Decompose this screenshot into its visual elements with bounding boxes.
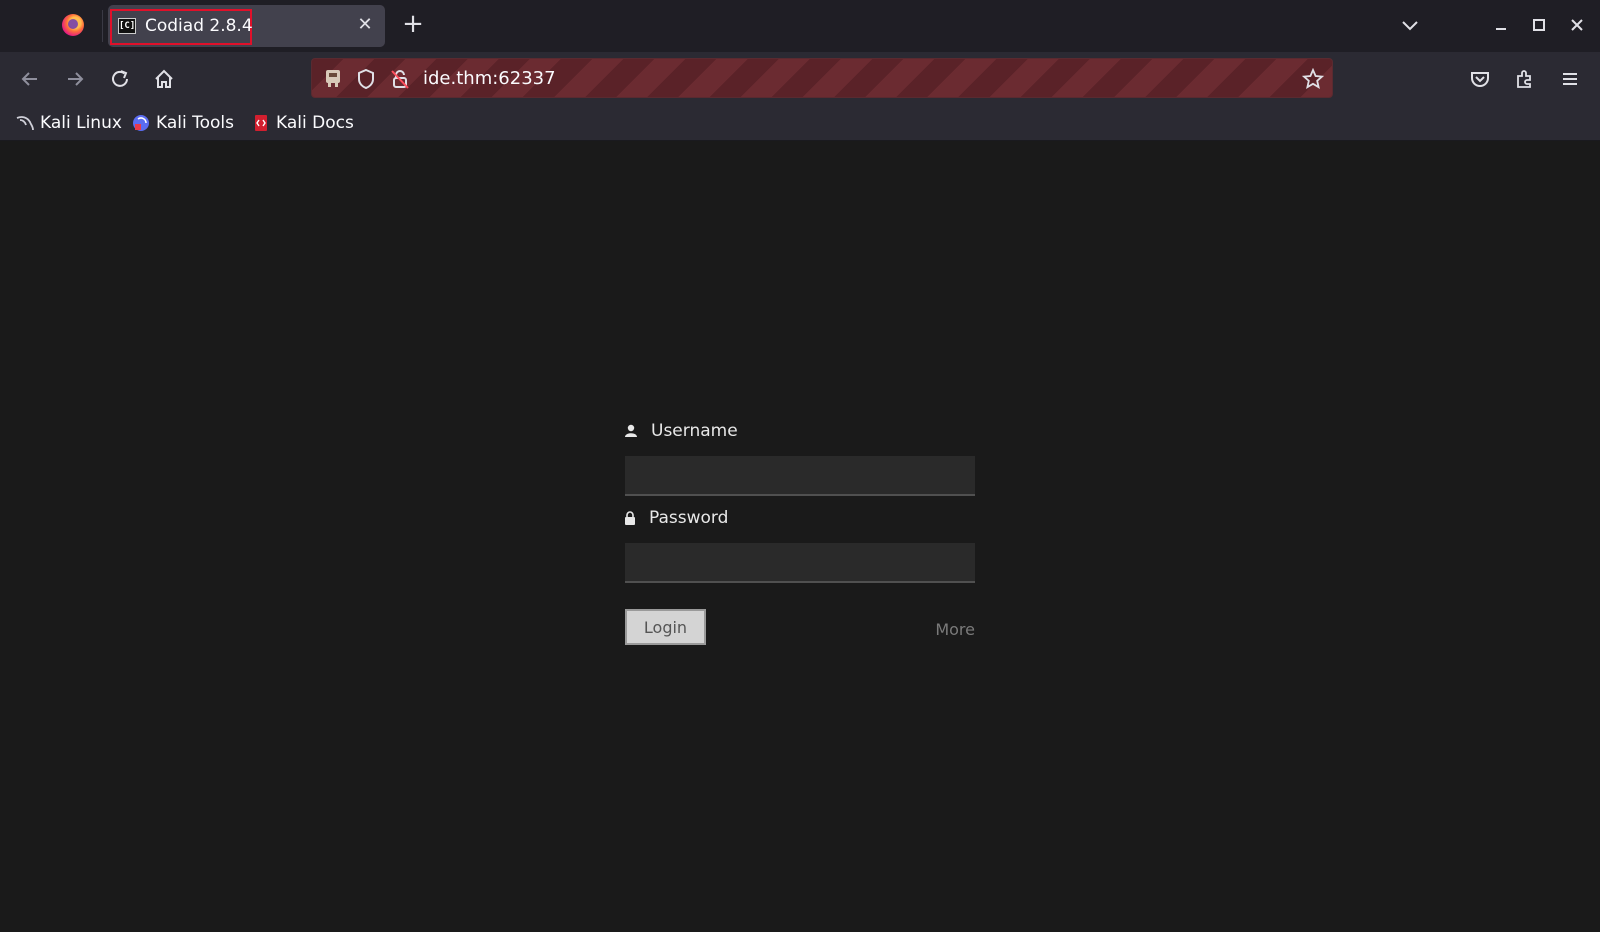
url-bar[interactable]: ide.thm:62337 [311,58,1333,98]
navigation-toolbar: ide.thm:62337 [0,52,1600,105]
home-icon[interactable] [149,64,179,94]
bookmark-kali-tools[interactable]: Kali Tools [132,111,234,135]
more-link[interactable]: More [935,620,975,639]
list-all-tabs-icon[interactable] [1398,13,1422,37]
hamburger-menu-icon[interactable] [1555,64,1585,94]
tab-title: Codiad 2.8.4 [145,16,253,36]
bookmarks-toolbar: Kali Linux Kali Tools Kali Docs [0,105,1600,141]
insecure-lock-icon[interactable] [390,68,410,94]
reload-icon[interactable] [105,64,135,94]
firefox-logo-icon[interactable] [62,14,84,36]
forward-arrow-icon[interactable] [60,64,90,94]
minimize-icon[interactable] [1490,14,1512,36]
remote-control-robot-icon[interactable] [322,67,344,93]
kali-dragon-icon [16,114,34,132]
username-input[interactable] [625,456,975,496]
tracking-shield-icon[interactable] [356,68,376,94]
page-content: Username Password Login More [0,141,1600,932]
kali-docs-icon [252,114,270,132]
window-close-icon[interactable] [1566,14,1588,36]
bookmark-label: Kali Linux [40,113,122,133]
kali-tools-icon [132,114,150,132]
bookmark-label: Kali Tools [156,113,234,133]
maximize-icon[interactable] [1528,14,1550,36]
bookmark-label: Kali Docs [276,113,354,133]
password-input[interactable] [625,543,975,583]
username-label-row: Username [625,421,738,441]
tab-close-icon[interactable]: ✕ [354,14,376,36]
tab-bar: [C] Codiad 2.8.4 ✕ + [0,0,1600,52]
login-button[interactable]: Login [625,609,706,645]
active-tab[interactable]: [C] Codiad 2.8.4 ✕ [108,5,385,47]
new-tab-icon[interactable]: + [400,11,426,38]
pocket-icon[interactable] [1465,64,1495,94]
lock-icon [625,511,635,525]
password-label: Password [649,508,729,528]
bookmark-kali-docs[interactable]: Kali Docs [252,111,354,135]
bookmark-star-icon[interactable] [1301,67,1325,94]
extensions-puzzle-icon[interactable] [1510,64,1540,94]
bookmark-kali-linux[interactable]: Kali Linux [16,111,122,135]
back-arrow-icon[interactable] [15,64,45,94]
user-icon [625,424,637,437]
password-label-row: Password [625,508,728,528]
tab-divider [102,10,103,42]
username-label: Username [651,421,738,441]
codiad-favicon-icon: [C] [118,18,136,34]
url-text[interactable]: ide.thm:62337 [423,68,556,89]
